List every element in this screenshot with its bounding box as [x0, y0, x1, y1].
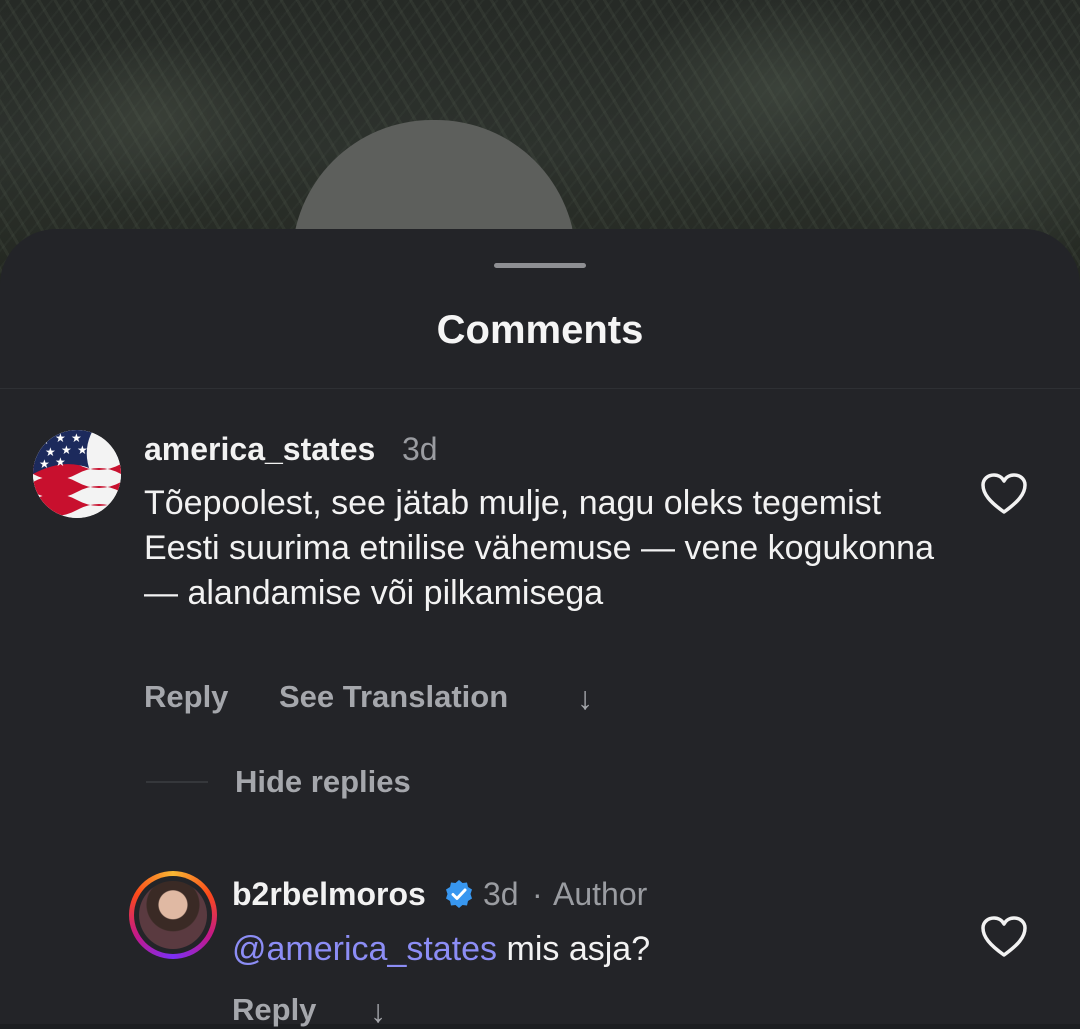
svg-text:★: ★: [39, 457, 50, 471]
comment-username[interactable]: america_states: [144, 430, 375, 468]
heart-outline-icon[interactable]: [980, 472, 1028, 516]
svg-text:★: ★: [77, 443, 88, 457]
replies-line: [146, 781, 208, 783]
avatar-photo: [139, 881, 207, 949]
mention-link[interactable]: @america_states: [232, 930, 497, 968]
reply-button[interactable]: Reply: [232, 992, 316, 1028]
see-translation-button[interactable]: See Translation: [279, 679, 508, 715]
heart-outline-icon[interactable]: [980, 915, 1028, 959]
avatar[interactable]: [134, 876, 212, 954]
verified-badge-icon: [446, 880, 472, 908]
us-flag-icon[interactable]: ★★★ ★★★ ★★: [33, 430, 121, 518]
reply-button[interactable]: Reply: [144, 679, 228, 715]
reply-message: mis asja?: [497, 930, 651, 968]
drag-handle[interactable]: [494, 263, 586, 268]
sheet-title: Comments: [436, 308, 644, 352]
header-divider: [0, 388, 1080, 389]
hide-replies-button[interactable]: Hide replies: [235, 764, 411, 800]
svg-text:★: ★: [55, 455, 66, 469]
meta-separator: ·: [532, 876, 543, 912]
reply-time: 3d: [483, 876, 519, 912]
comment-time: 3d: [402, 431, 438, 467]
reply-text: @america_states mis asja?: [232, 927, 992, 971]
reply-username[interactable]: b2rbelmoros: [232, 875, 426, 913]
comment-text: Tõepoolest, see jätab mulje, nagu oleks …: [144, 484, 934, 612]
author-badge: Author: [553, 876, 648, 912]
arrow-down-icon[interactable]: ↓: [577, 680, 593, 716]
